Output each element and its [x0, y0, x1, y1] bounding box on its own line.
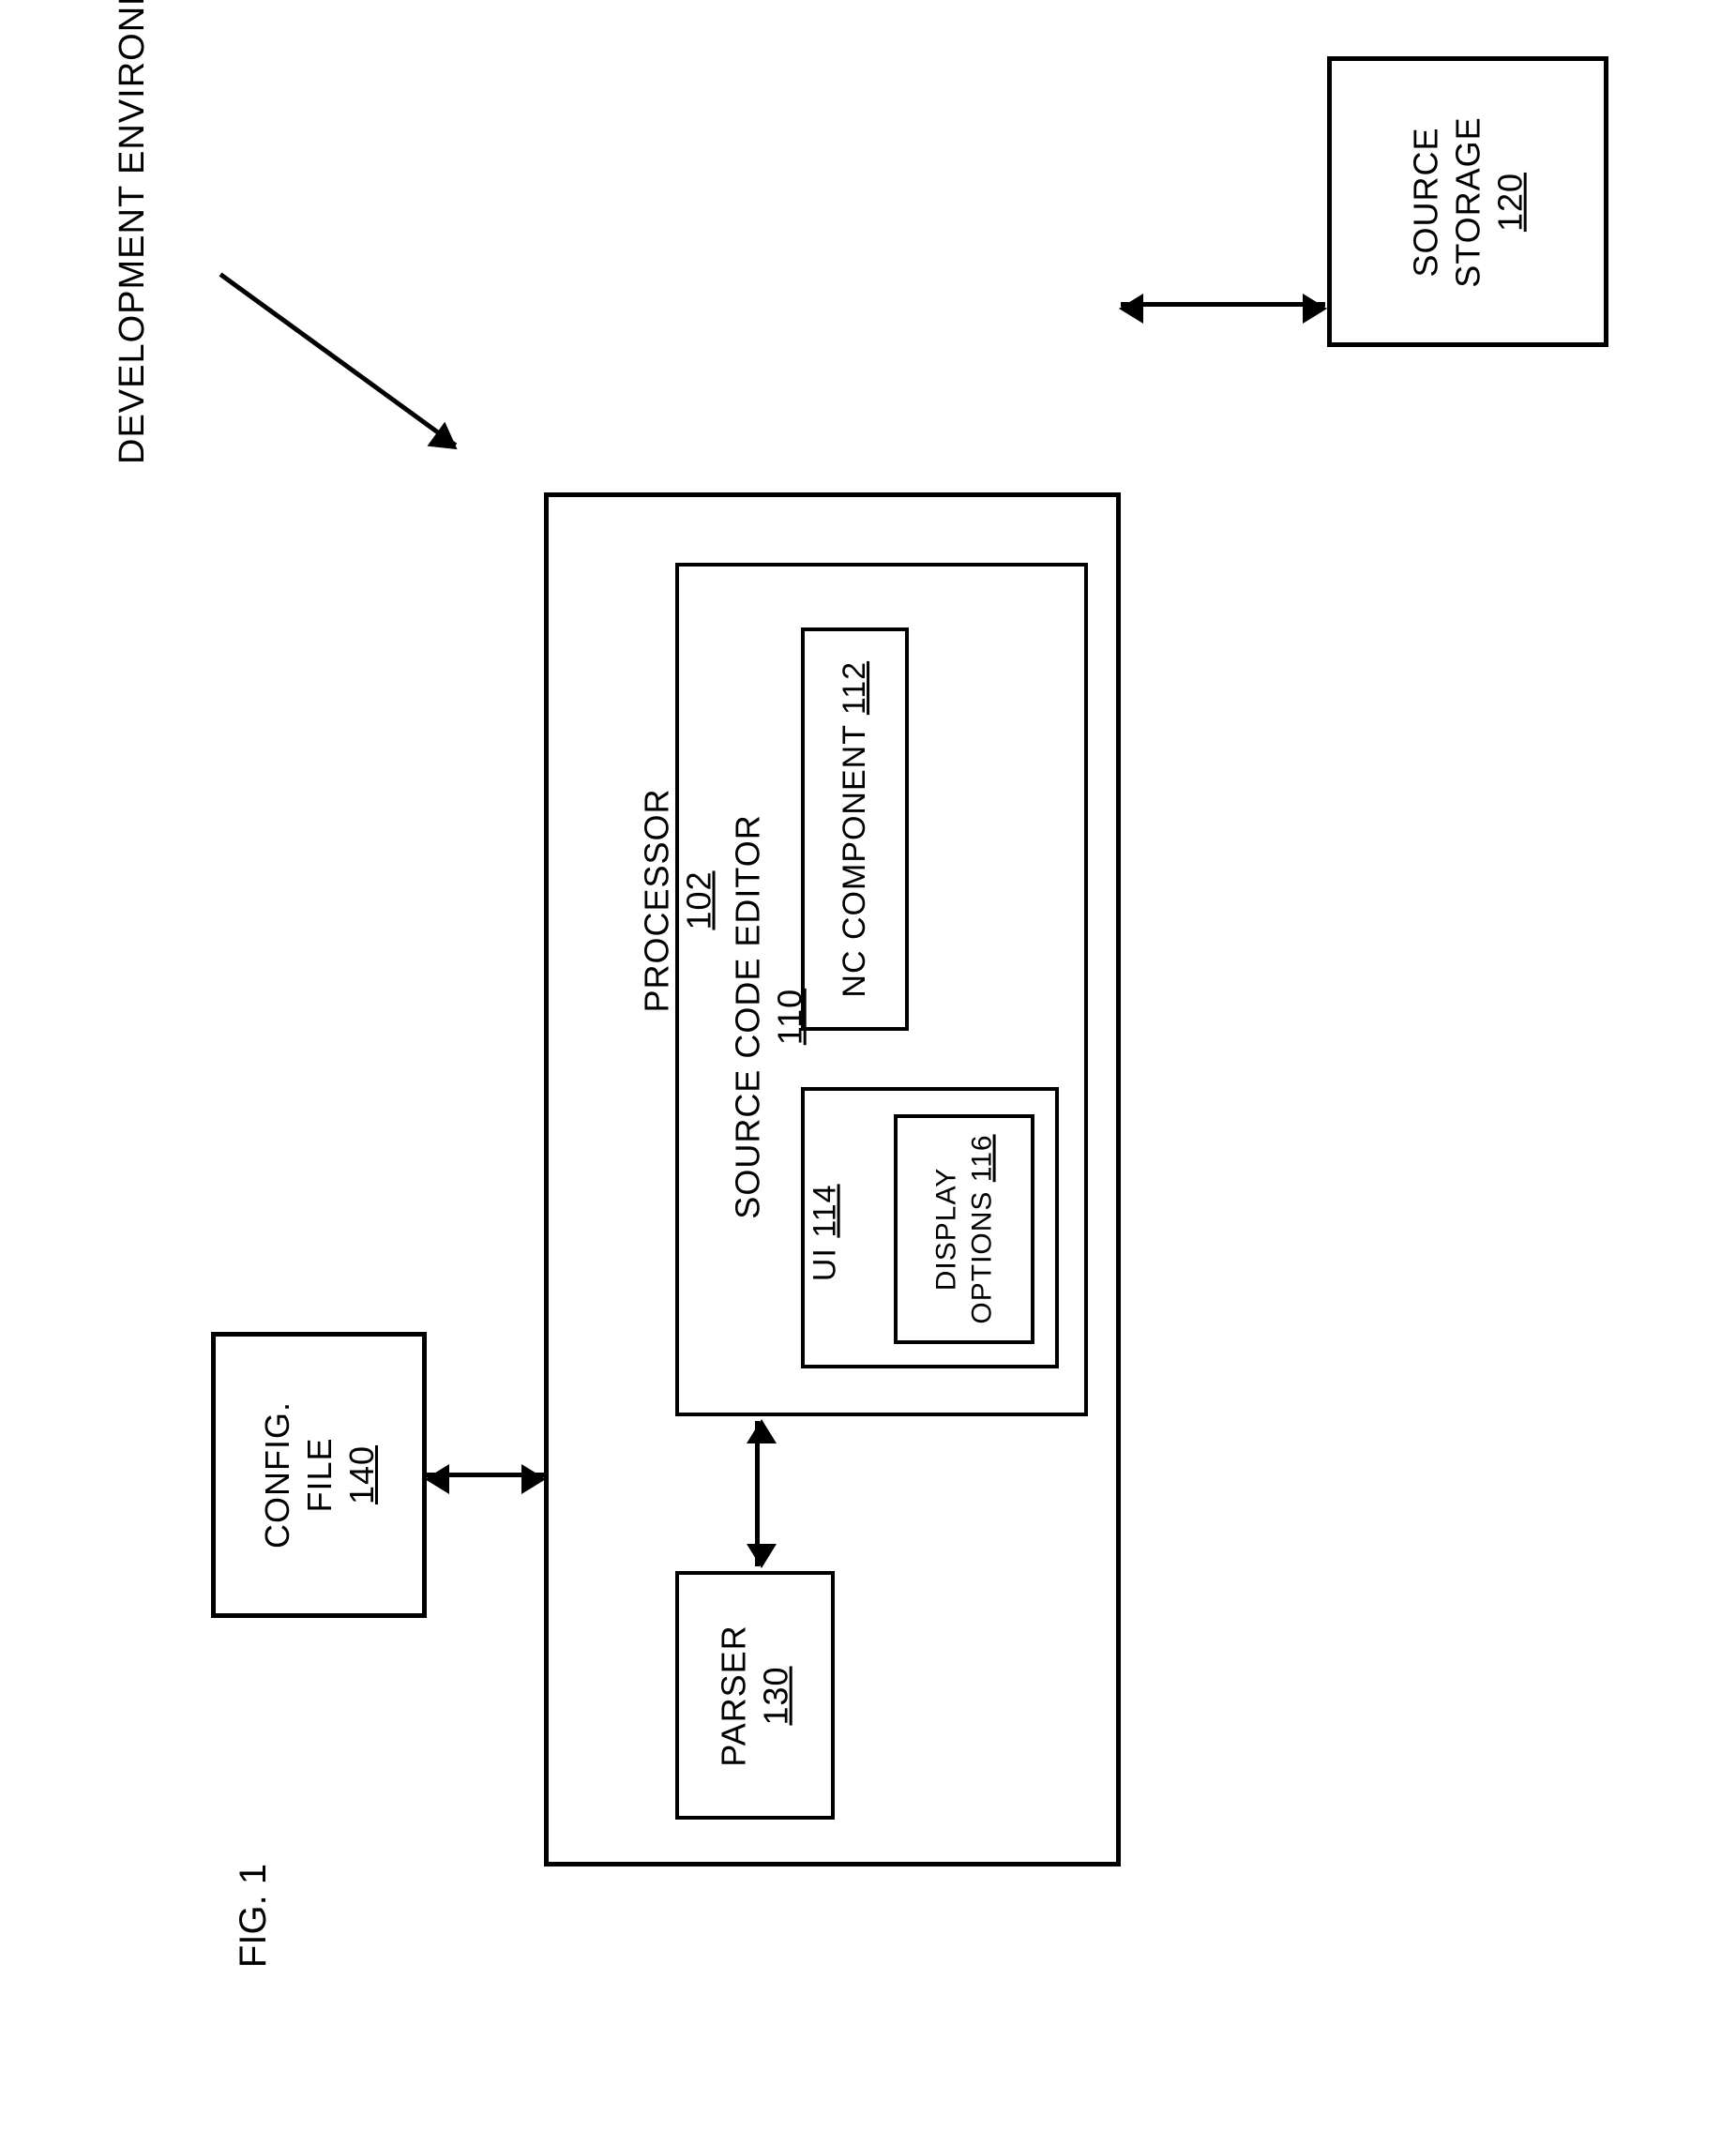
display-options-label: DISPLAY OPTIONS 116: [929, 1134, 1000, 1323]
config-file-label: CONFIG. FILE 140: [256, 1401, 383, 1549]
display-options-box: DISPLAY OPTIONS 116: [894, 1114, 1034, 1344]
nc-component-label: NC COMPONENT 112: [835, 661, 875, 998]
parser-num: 130: [757, 1666, 795, 1725]
display-options-num: 116: [966, 1134, 997, 1182]
figure-canvas: DEVELOPMENT ENVIRONMENT 100 CONFIG. FILE…: [0, 0, 1736, 2131]
parser-label-text: PARSER: [715, 1625, 753, 1766]
editor-label: SOURCE CODE EDITOR 110: [727, 814, 811, 1218]
ui-label-text: UI: [808, 1247, 843, 1281]
source-storage-num: 120: [1490, 172, 1529, 231]
source-code-editor-box: SOURCE CODE EDITOR 110 NC COMPONENT 112 …: [675, 563, 1088, 1416]
config-processor-arrow: [427, 1473, 544, 1477]
figure-title-text: DEVELOPMENT ENVIRONMENT: [113, 0, 152, 464]
source-storage-line2: STORAGE: [1448, 116, 1487, 287]
nc-component-num: 112: [837, 661, 872, 715]
nc-component-text: NC COMPONENT: [837, 724, 872, 997]
source-storage-label: SOURCE STORAGE 120: [1404, 116, 1531, 287]
parser-label: PARSER 130: [713, 1625, 797, 1766]
display-options-line2: OPTIONS: [966, 1191, 997, 1324]
display-options-line1: DISPLAY: [931, 1168, 962, 1292]
editor-label-wrap: SOURCE CODE EDITOR 110: [566, 975, 971, 1059]
parser-box: PARSER 130: [675, 1571, 835, 1820]
ui-num: 114: [808, 1184, 843, 1237]
figure-title: DEVELOPMENT ENVIRONMENT 100: [113, 0, 153, 464]
nc-component-box: NC COMPONENT 112: [801, 627, 909, 1031]
config-file-line1: CONFIG.: [258, 1401, 296, 1549]
editor-label-text: SOURCE CODE EDITOR: [729, 814, 767, 1218]
config-file-line2: FILE: [300, 1437, 339, 1512]
ui-box: UI 114 DISPLAY OPTIONS 116: [801, 1087, 1059, 1368]
editor-parser-arrow: [755, 1421, 760, 1566]
processor-box: PROCESSOR 102 SOURCE CODE EDITOR 110 NC …: [544, 492, 1121, 1867]
config-file-num: 140: [342, 1445, 381, 1504]
processor-storage-arrow: [1121, 302, 1325, 307]
source-storage-line1: SOURCE: [1406, 127, 1444, 277]
source-storage-box: SOURCE STORAGE 120: [1327, 56, 1608, 347]
title-arrow: [219, 272, 458, 446]
figure-caption: FIG. 1: [233, 1864, 275, 1968]
ui-label-wrap: UI 114: [777, 1213, 874, 1253]
config-file-box: CONFIG. FILE 140: [211, 1332, 427, 1618]
ui-label: UI 114: [806, 1184, 846, 1281]
